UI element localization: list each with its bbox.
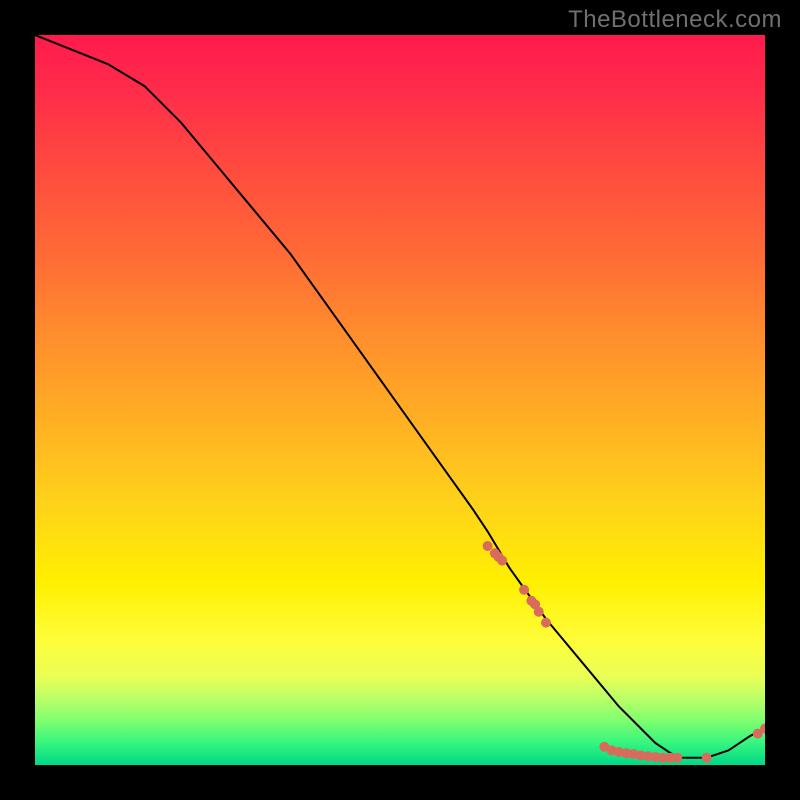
scatter-point <box>672 753 682 763</box>
scatter-point <box>519 585 529 595</box>
scatter-points <box>483 541 765 763</box>
scatter-point <box>541 618 551 628</box>
chart-container: TheBottleneck.com <box>0 0 800 800</box>
scatter-point <box>483 541 493 551</box>
watermark-text: TheBottleneck.com <box>568 6 782 34</box>
scatter-point <box>534 607 544 617</box>
bottleneck-curve <box>35 35 765 758</box>
scatter-point <box>497 556 507 566</box>
plot-area <box>35 35 765 765</box>
scatter-point <box>702 753 712 763</box>
curve-layer <box>35 35 765 765</box>
